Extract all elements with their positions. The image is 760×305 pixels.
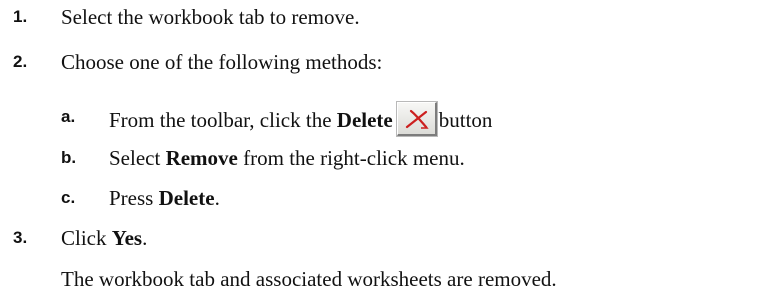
substep-text-post: from the right-click menu. — [237, 146, 465, 170]
step-text: Click Yes. — [61, 223, 147, 253]
substep-letter: c. — [61, 188, 76, 207]
delete-x-icon — [405, 109, 429, 129]
step-number: 3. — [13, 228, 28, 247]
step-text: Select the workbook tab to remove. — [61, 5, 360, 29]
step-text: Choose one of the following methods: — [61, 50, 383, 74]
substep-text: Select Remove from the right-click menu. — [109, 143, 465, 173]
substep-text-pre: Press — [109, 186, 159, 210]
delete-key-label: Delete — [158, 186, 215, 210]
yes-label: Yes — [111, 226, 143, 250]
substep-text-pre: Select — [109, 146, 166, 170]
result-text: The workbook tab and associated workshee… — [61, 267, 557, 291]
step-number: 2. — [13, 52, 28, 71]
substep-text-post: button — [438, 108, 493, 132]
step-text-post: . — [142, 226, 148, 250]
substep-letter: a. — [61, 107, 76, 126]
step-text-pre: Click — [61, 226, 112, 250]
delete-label: Delete — [336, 108, 393, 132]
substep-text: Press Delete. — [109, 183, 220, 213]
remove-label: Remove — [165, 146, 238, 170]
step-number: 1. — [13, 7, 28, 26]
substep-text-post: . — [214, 186, 220, 210]
substep-text-pre: From the toolbar, click the — [109, 108, 337, 132]
substep-text: From the toolbar, click the Delete button — [109, 102, 492, 136]
delete-toolbar-button[interactable] — [396, 102, 437, 136]
substep-letter: b. — [61, 148, 77, 167]
